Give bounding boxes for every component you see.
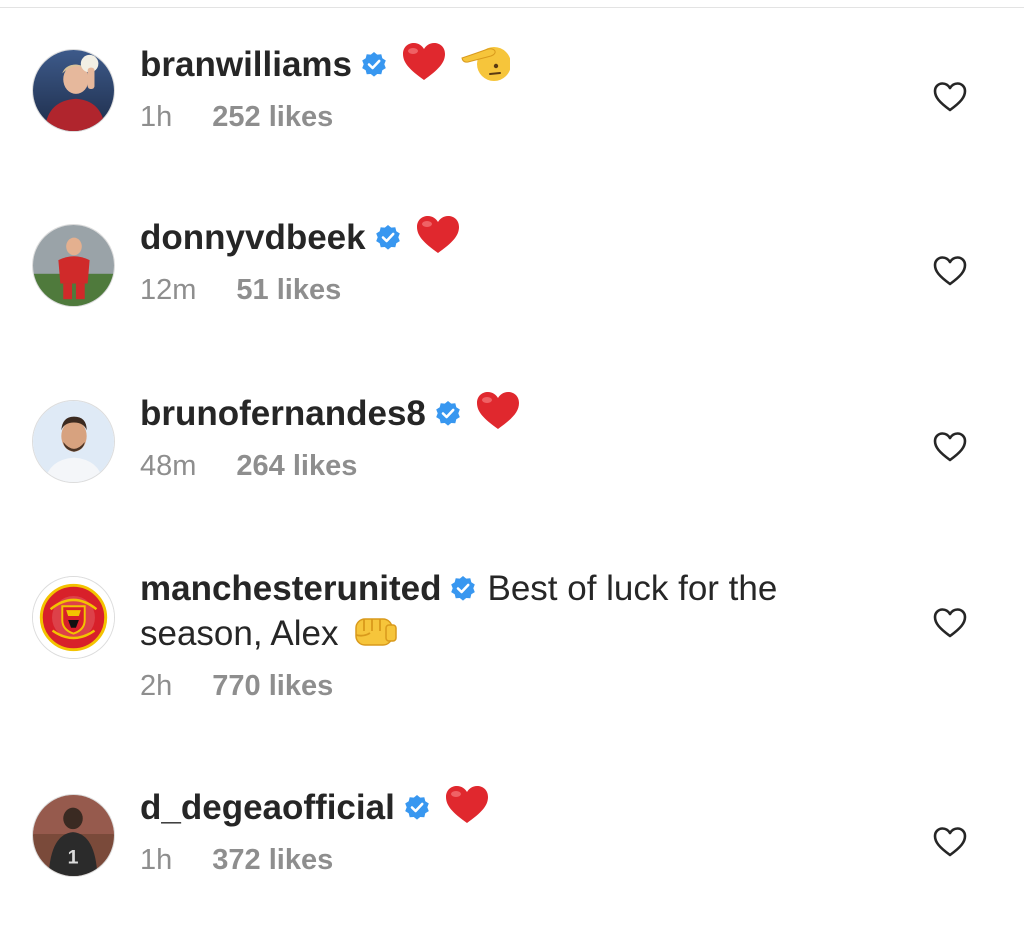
username[interactable]: donnyvdbeek [140, 218, 366, 257]
verified-badge-icon [374, 224, 402, 252]
likes-count[interactable]: 51 likes [236, 274, 341, 306]
heart-outline-icon[interactable] [933, 81, 967, 113]
likes-count[interactable]: 252 likes [212, 101, 333, 133]
verified-badge-icon [403, 794, 431, 822]
oncoming-fist-emoji-icon [352, 611, 398, 651]
verified-badge-icon [449, 575, 477, 603]
heart-outline-icon[interactable] [933, 826, 967, 858]
avatar[interactable] [32, 224, 115, 307]
player-photo-icon [33, 50, 114, 131]
heart-emoji-icon [445, 785, 489, 825]
heart-emoji-icon [402, 42, 446, 82]
likes-count[interactable]: 770 likes [212, 670, 333, 702]
likes-count[interactable]: 264 likes [236, 450, 357, 482]
comment-meta: 1h 372 likes [140, 844, 880, 877]
username[interactable]: branwilliams [140, 45, 352, 84]
username[interactable]: d_degeaofficial [140, 788, 395, 827]
player-photo-icon [33, 401, 114, 482]
likes-count[interactable]: 372 likes [212, 844, 333, 876]
comment-meta: 2h 770 likes [140, 670, 880, 703]
comment-time: 48m [140, 450, 197, 482]
svg-text:1: 1 [68, 846, 79, 868]
comment-text: Best of luck for the [487, 569, 778, 608]
saluting-face-emoji-icon [460, 40, 511, 82]
avatar[interactable] [32, 400, 115, 483]
heart-outline-icon[interactable] [933, 607, 967, 639]
heart-outline-icon[interactable] [933, 255, 967, 287]
heart-emoji-icon [416, 215, 460, 255]
comment-time: 1h [140, 844, 173, 876]
avatar[interactable] [32, 49, 115, 132]
verified-badge-icon [360, 51, 388, 79]
comment-time: 12m [140, 274, 197, 306]
username[interactable]: manchesterunited [140, 569, 441, 608]
comment-time: 2h [140, 670, 173, 702]
club-crest-icon [33, 577, 114, 658]
avatar[interactable]: 1 [32, 794, 115, 877]
comment-text-continued: season, Alex [140, 614, 339, 653]
avatar[interactable] [32, 576, 115, 659]
verified-badge-icon [434, 400, 462, 428]
top-divider [0, 7, 1024, 8]
heart-emoji-icon [476, 391, 520, 431]
comment-meta: 48m 264 likes [140, 450, 880, 483]
username[interactable]: brunofernandes8 [140, 394, 426, 433]
player-photo-icon [33, 225, 114, 306]
comment-time: 1h [140, 101, 173, 133]
player-photo-icon: 1 [33, 795, 114, 876]
heart-outline-icon[interactable] [933, 431, 967, 463]
comment-meta: 12m 51 likes [140, 274, 880, 307]
comment-meta: 1h 252 likes [140, 101, 880, 134]
